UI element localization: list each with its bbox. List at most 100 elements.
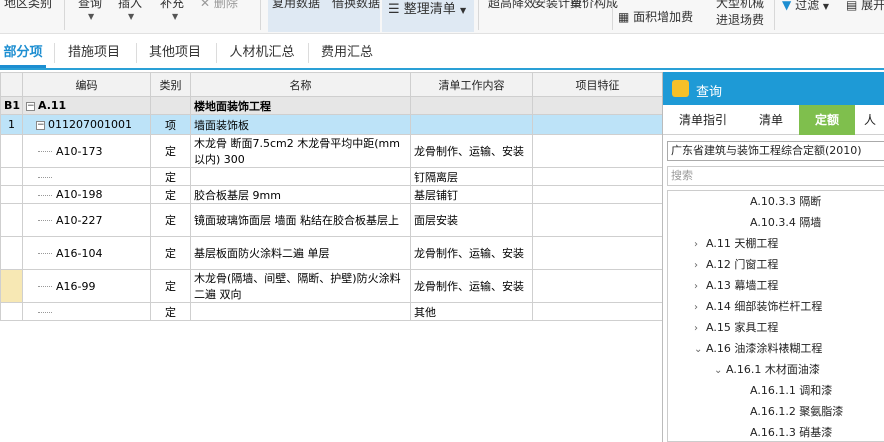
code-cell[interactable]: A10-198	[22, 185, 151, 204]
unit-price-button[interactable]: 单价构成	[570, 0, 618, 11]
chevron-right-icon[interactable]: ›	[694, 255, 706, 276]
col-header-content[interactable]: 清单工作内容	[410, 72, 533, 97]
tab-list-guide[interactable]: 清单指引	[663, 105, 743, 135]
feature-cell[interactable]	[532, 167, 663, 186]
supplement-button[interactable]: 补充	[160, 0, 184, 11]
tab-list[interactable]: 清单	[743, 105, 799, 135]
region-type-button[interactable]: 地区类别	[4, 0, 52, 11]
col-header-code[interactable]: 编码	[22, 72, 151, 97]
collapse-icon[interactable]: −	[36, 120, 45, 130]
feature-cell[interactable]	[532, 96, 663, 115]
borrow-data-button[interactable]: 借换数据	[332, 0, 380, 11]
feature-cell[interactable]	[532, 203, 663, 237]
table-row[interactable]: A10-173 定 木龙骨 断面7.5cm2 木龙骨平均中距(mm以内) 300…	[0, 134, 663, 168]
search-input[interactable]: 搜索	[667, 166, 884, 186]
large-machine-button[interactable]: 大型机械 进退场费	[716, 0, 764, 28]
delete-button[interactable]: ✕ 删除	[200, 0, 238, 11]
type-cell[interactable]: 定	[150, 269, 191, 303]
table-row[interactable]: A16-104 定 基层板面防火涂料二遍 单层 龙骨制作、运输、安装	[0, 236, 663, 270]
code-cell[interactable]: A16-99	[22, 269, 151, 303]
code-cell[interactable]	[22, 167, 151, 186]
name-cell[interactable]: 木龙骨 断面7.5cm2 木龙骨平均中距(mm以内) 300	[190, 134, 411, 168]
table-row[interactable]: 定 其他	[0, 302, 663, 321]
content-cell[interactable]	[410, 114, 533, 135]
query-button[interactable]: 查询	[78, 0, 102, 11]
col-header-feature[interactable]: 项目特征	[532, 72, 663, 97]
code-cell[interactable]: A16-104	[22, 236, 151, 270]
code-cell[interactable]: − A.11	[22, 96, 151, 115]
tab-other-items[interactable]: 其他项目	[140, 35, 210, 68]
tree-item[interactable]: A.10.3.4 隔墙	[750, 212, 821, 233]
tree-item[interactable]: ⌄ A.16.1 木材面油漆	[714, 359, 820, 380]
type-cell[interactable]: 定	[150, 134, 191, 168]
insert-button[interactable]: 插入	[118, 0, 142, 11]
content-cell[interactable]: 龙骨制作、运输、安装	[410, 236, 533, 270]
table-row[interactable]: A10-198 定 胶合板基层 9mm 基层铺钉	[0, 185, 663, 204]
tab-measures[interactable]: 措施项目	[58, 35, 130, 68]
organize-list-button[interactable]: ☰ 整理清单 ▼	[388, 0, 466, 17]
name-cell[interactable]: 基层板面防火涂料二遍 单层	[190, 236, 411, 270]
collapse-icon[interactable]: −	[26, 101, 35, 111]
tree-item[interactable]: A.16.1.2 聚氨脂漆	[750, 401, 843, 422]
type-cell[interactable]	[150, 96, 191, 115]
tree-item[interactable]: › A.14 细部装饰栏杆工程	[694, 296, 822, 317]
tree-item[interactable]: › A.12 门窗工程	[694, 254, 778, 275]
tree-item[interactable]: ⌄ A.16 油漆涂料裱糊工程	[694, 338, 822, 359]
col-header-type[interactable]: 类别	[150, 72, 191, 97]
type-cell[interactable]: 定	[150, 302, 191, 321]
table-row[interactable]: A10-227 定 镜面玻璃饰面层 墙面 粘结在胶合板基层上 面层安装	[0, 203, 663, 237]
quota-library-select[interactable]: 广东省建筑与装饰工程综合定额(2010)	[667, 141, 884, 161]
feature-cell[interactable]	[532, 302, 663, 321]
content-cell[interactable]: 龙骨制作、运输、安装	[410, 134, 533, 168]
chevron-down-icon[interactable]: ⌄	[694, 339, 706, 360]
chevron-right-icon[interactable]: ›	[694, 234, 706, 255]
tab-partial-items[interactable]: 部分项	[0, 35, 46, 68]
feature-cell[interactable]	[532, 185, 663, 204]
feature-cell[interactable]	[532, 114, 663, 135]
type-cell[interactable]: 定	[150, 203, 191, 237]
code-cell[interactable]: −011207001001	[22, 114, 151, 135]
feature-cell[interactable]	[532, 134, 663, 168]
feature-cell[interactable]	[532, 269, 663, 303]
type-cell[interactable]: 定	[150, 236, 191, 270]
table-row[interactable]: A16-99 定 木龙骨(隔墙、间壁、隔断、护壁)防火涂料二遍 双向 龙骨制作、…	[0, 269, 663, 303]
type-cell[interactable]: 项	[150, 114, 191, 135]
content-cell[interactable]: 面层安装	[410, 203, 533, 237]
chevron-right-icon[interactable]: ›	[694, 318, 706, 339]
tree-item[interactable]: A.16.1.3 硝基漆	[750, 422, 832, 441]
name-cell[interactable]: 镜面玻璃饰面层 墙面 粘结在胶合板基层上	[190, 203, 411, 237]
name-cell[interactable]	[190, 167, 411, 186]
area-fee-button[interactable]: ▦ 面积增加费	[618, 8, 693, 25]
tree-item[interactable]: › A.11 天棚工程	[694, 233, 778, 254]
type-cell[interactable]: 定	[150, 185, 191, 204]
name-cell[interactable]: 胶合板基层 9mm	[190, 185, 411, 204]
name-cell[interactable]	[190, 302, 411, 321]
tab-labor[interactable]: 人	[855, 105, 884, 135]
name-cell[interactable]: 木龙骨(隔墙、间壁、隔断、护壁)防火涂料二遍 双向	[190, 269, 411, 303]
tree-item[interactable]: › A.13 幕墙工程	[694, 275, 778, 296]
content-cell[interactable]: 基层铺钉	[410, 185, 533, 204]
tree-item[interactable]: › A.15 家具工程	[694, 317, 778, 338]
feature-cell[interactable]	[532, 236, 663, 270]
table-row[interactable]: B1 − A.11 楼地面装饰工程	[0, 96, 663, 115]
super-high-button[interactable]: 超高降效	[488, 0, 536, 11]
content-cell[interactable]	[410, 96, 533, 115]
col-header-no[interactable]	[0, 72, 23, 97]
tab-labor-material-summary[interactable]: 人材机汇总	[220, 35, 304, 68]
reuse-data-button[interactable]: 复用数据	[272, 0, 320, 11]
table-row[interactable]: 1 −011207001001 项 墙面装饰板	[0, 114, 663, 135]
chevron-down-icon[interactable]: ⌄	[714, 360, 726, 381]
code-cell[interactable]: A10-173	[22, 134, 151, 168]
expand-button[interactable]: ▤ 展开	[846, 0, 884, 13]
code-cell[interactable]: A10-227	[22, 203, 151, 237]
type-cell[interactable]: 定	[150, 167, 191, 186]
name-cell[interactable]: 墙面装饰板	[190, 114, 411, 135]
content-cell[interactable]: 龙骨制作、运输、安装	[410, 269, 533, 303]
name-cell[interactable]: 楼地面装饰工程	[190, 96, 411, 115]
tab-quota[interactable]: 定额	[799, 105, 855, 135]
content-cell[interactable]: 其他	[410, 302, 533, 321]
tab-fee-summary[interactable]: 费用汇总	[312, 35, 382, 68]
table-row[interactable]: 定 钉隔离层	[0, 167, 663, 186]
filter-button[interactable]: ▼ 过滤 ▼	[782, 0, 829, 13]
col-header-name[interactable]: 名称	[190, 72, 411, 97]
